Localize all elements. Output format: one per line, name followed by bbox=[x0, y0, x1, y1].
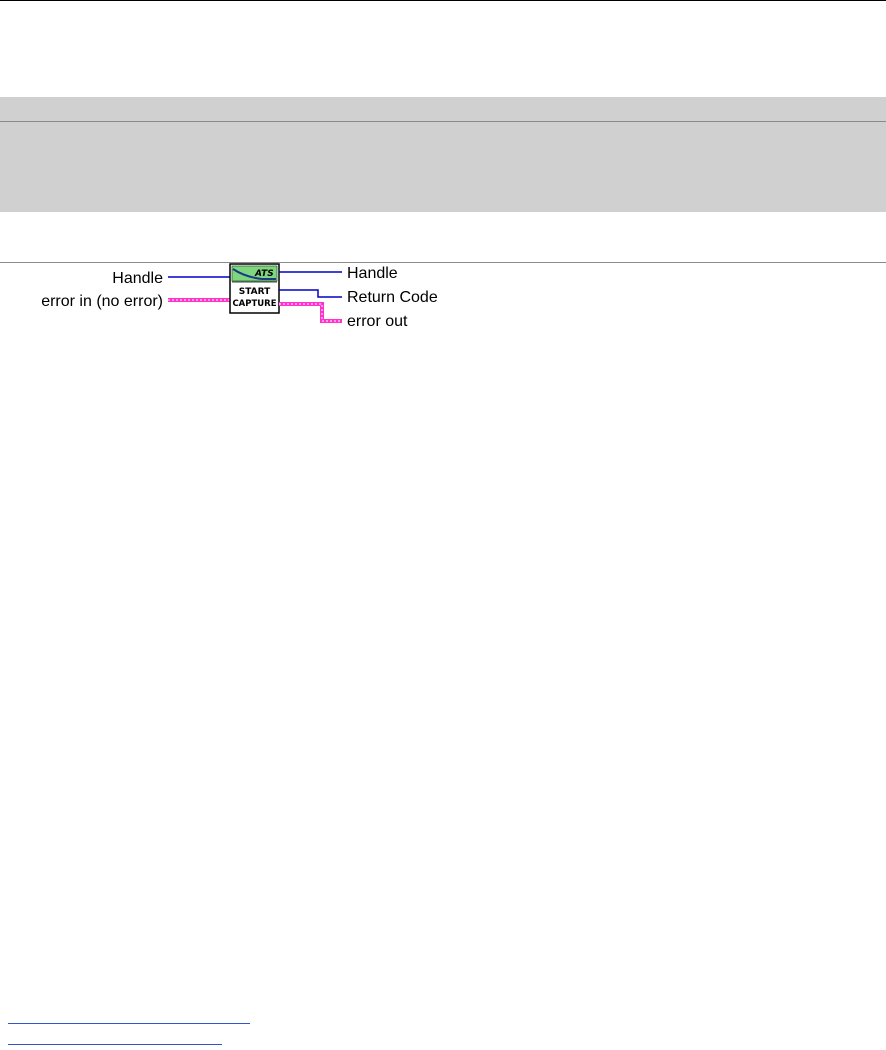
input-handle-label: Handle bbox=[112, 270, 163, 287]
return-code-wire bbox=[279, 289, 342, 298]
error-out-wire bbox=[279, 302, 342, 323]
output-return-code-label: Return Code bbox=[347, 289, 438, 306]
top-rule bbox=[0, 0, 886, 1]
start-capture-node-icon: ATS START CAPTURE bbox=[229, 263, 280, 314]
node-line1-label: START bbox=[239, 287, 271, 297]
connector-pane-diagram: ATS START CAPTURE Handle error in (no er… bbox=[0, 255, 500, 345]
node-brand-label: ATS bbox=[254, 269, 274, 279]
header-band-body bbox=[0, 122, 886, 212]
connector-pane-svg: ATS START CAPTURE Handle error in (no er… bbox=[41, 263, 438, 330]
footnote-link-line-2 bbox=[8, 1044, 222, 1045]
footnote-link-line-1 bbox=[8, 1023, 250, 1024]
output-error-out-label: error out bbox=[347, 313, 408, 330]
node-line2-label: CAPTURE bbox=[232, 299, 276, 309]
input-error-in-label: error in (no error) bbox=[41, 293, 163, 310]
output-handle-label: Handle bbox=[347, 265, 398, 282]
header-band-top bbox=[0, 97, 886, 121]
